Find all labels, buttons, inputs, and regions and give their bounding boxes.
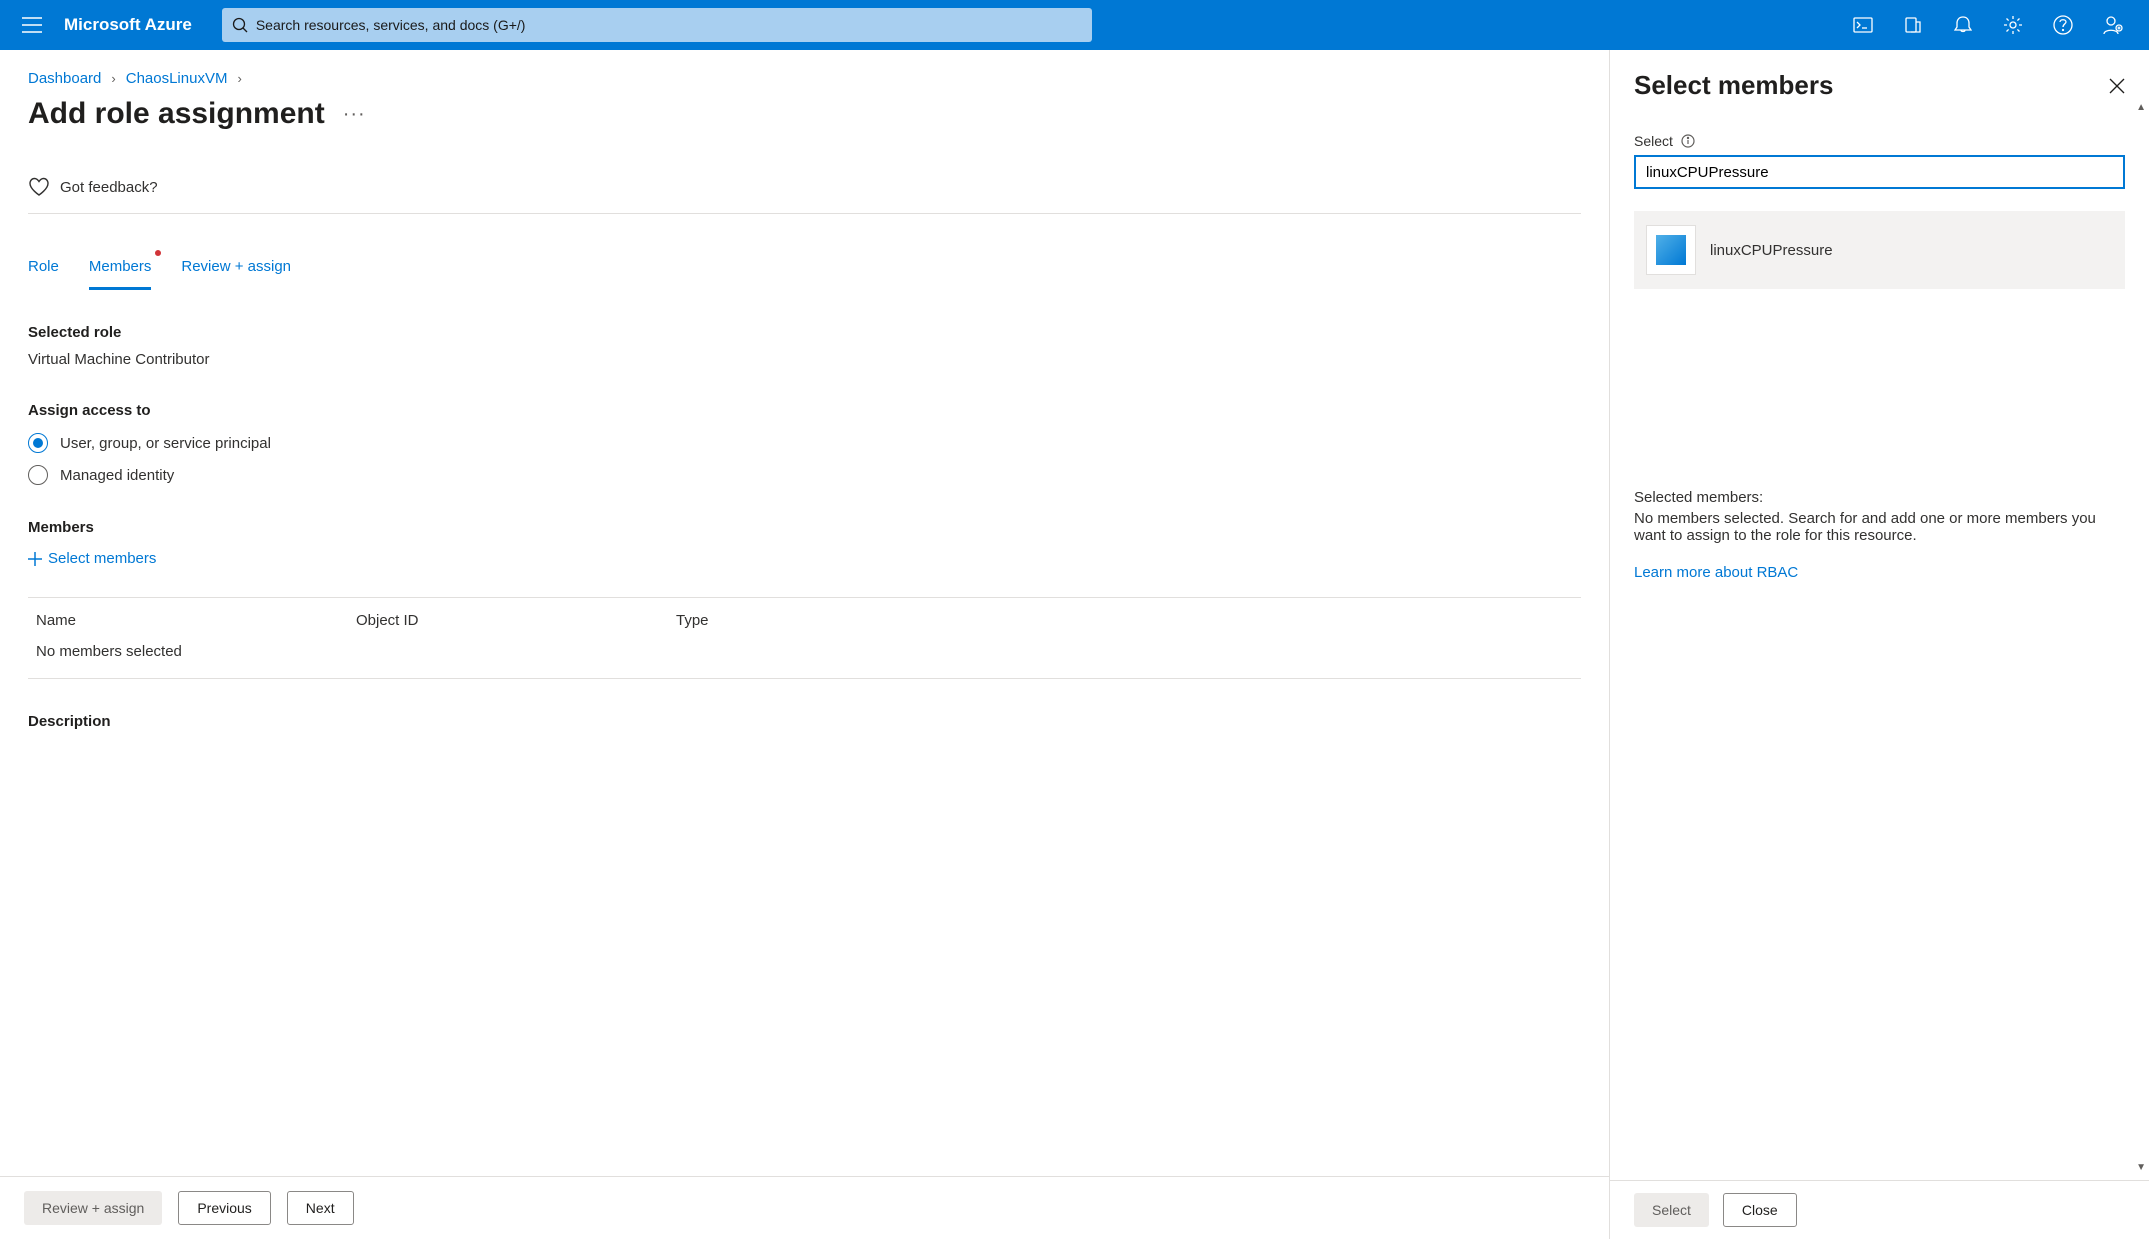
col-object-id: Object ID [356,612,676,629]
chevron-right-icon: › [111,71,115,86]
filter-icon[interactable] [1889,1,1937,49]
hamburger-menu-button[interactable] [12,5,52,45]
chevron-right-icon: › [237,71,241,86]
search-result-item[interactable]: linuxCPUPressure [1634,211,2125,289]
radio-label: User, group, or service principal [60,435,271,452]
radio-managed-identity[interactable]: Managed identity [28,465,1581,485]
radio-icon [28,433,48,453]
radio-icon [28,465,48,485]
search-container [222,8,1092,42]
footer-buttons: Review + assign Previous Next [0,1176,1609,1239]
table-empty-row: No members selected [28,643,1581,679]
next-button[interactable]: Next [287,1191,354,1225]
main-content: Dashboard › ChaosLinuxVM › Add role assi… [0,50,1609,1239]
learn-rbac-link[interactable]: Learn more about RBAC [1634,564,1798,581]
page-title: Add role assignment [28,97,325,131]
selected-members-text: No members selected. Search for and add … [1634,510,2125,544]
col-type: Type [676,612,1573,629]
panel-close-btn[interactable]: Close [1723,1193,1797,1227]
scroll-down-icon[interactable]: ▼ [2136,1162,2146,1173]
feedback-label: Got feedback? [60,179,158,196]
selected-members-heading: Selected members: [1634,489,2125,506]
panel-footer: Select Close [1610,1180,2149,1239]
previous-button[interactable]: Previous [178,1191,270,1225]
selected-role-value: Virtual Machine Contributor [28,351,1581,368]
search-box[interactable] [222,8,1092,42]
members-table: Name Object ID Type No members selected [28,597,1581,679]
search-result-label: linuxCPUPressure [1710,242,1833,259]
feedback-link[interactable]: Got feedback? [28,177,1581,214]
info-icon[interactable] [1681,134,1695,148]
heart-icon [28,177,50,197]
tabs: Role Members Review + assign [28,252,1581,290]
select-members-panel: Select members Select linuxCPUPressure S… [1609,50,2149,1239]
select-members-label: Select members [48,550,156,567]
resource-icon [1646,225,1696,275]
search-icon [232,17,248,33]
select-label: Select [1634,133,1673,149]
plus-icon [28,552,42,566]
selected-members-info: Selected members: No members selected. S… [1634,489,2125,581]
panel-close-button[interactable] [2109,78,2125,94]
close-icon [2109,78,2125,94]
review-assign-button[interactable]: Review + assign [24,1191,162,1225]
selected-role-heading: Selected role [28,324,1581,341]
assign-access-radio-group: User, group, or service principal Manage… [28,433,1581,485]
top-actions [1839,1,2137,49]
settings-gear-icon[interactable] [1989,1,2037,49]
panel-select-button[interactable]: Select [1634,1193,1709,1227]
tab-review-assign[interactable]: Review + assign [181,252,291,290]
tab-role[interactable]: Role [28,252,59,290]
tab-alert-dot [155,250,161,256]
assign-access-heading: Assign access to [28,402,1581,419]
radio-user-group-sp[interactable]: User, group, or service principal [28,433,1581,453]
azure-logo-text[interactable]: Microsoft Azure [64,15,192,35]
tab-members[interactable]: Members [89,252,152,290]
breadcrumb-resource[interactable]: ChaosLinuxVM [126,70,228,87]
members-heading: Members [28,519,1581,536]
radio-label: Managed identity [60,467,174,484]
more-actions-button[interactable]: ··· [343,103,366,126]
table-header: Name Object ID Type [28,598,1581,643]
scroll-up-icon[interactable]: ▲ [2136,102,2146,113]
notifications-icon[interactable] [1939,1,1987,49]
cloud-shell-icon[interactable] [1839,1,1887,49]
description-heading: Description [28,713,1581,730]
search-input[interactable] [256,17,1082,33]
top-bar: Microsoft Azure [0,0,2149,50]
help-icon[interactable] [2039,1,2087,49]
select-members-link[interactable]: Select members [28,550,156,567]
member-search-input[interactable] [1634,155,2125,189]
breadcrumb-dashboard[interactable]: Dashboard [28,70,101,87]
account-icon[interactable] [2089,1,2137,49]
col-name: Name [36,612,356,629]
panel-title: Select members [1634,70,1833,101]
breadcrumb: Dashboard › ChaosLinuxVM › [28,70,1581,87]
